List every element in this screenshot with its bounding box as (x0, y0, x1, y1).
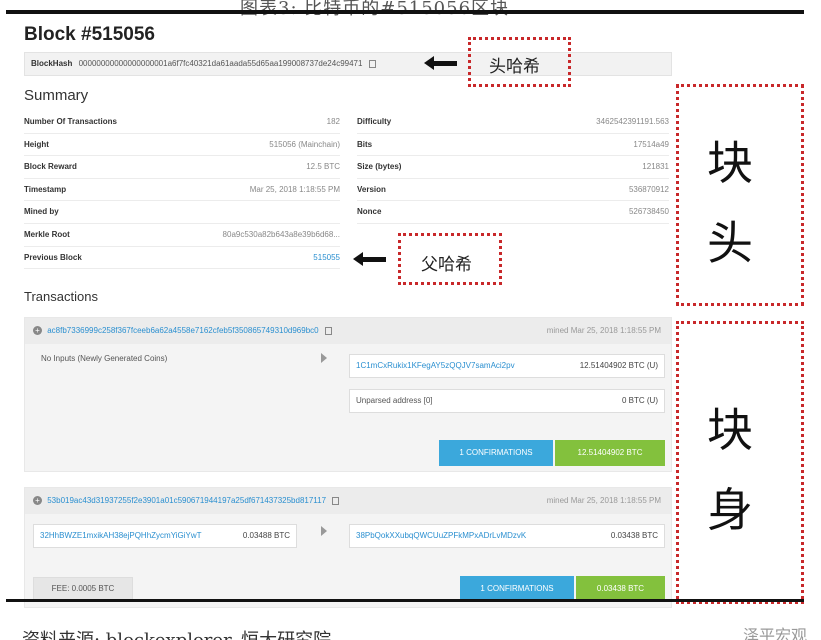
transaction-hash-link[interactable]: 53b019ac43d31937255f2e3901a01c5906719441… (47, 496, 326, 505)
summary-key: Mined by (24, 207, 59, 217)
copy-icon[interactable] (332, 496, 340, 505)
summary-value: 3462542391191.563 (596, 117, 669, 126)
page: 图表3: 比特币的#515056区块 Block #515056 BlockHa… (0, 0, 821, 640)
output-row: 1C1mCxRukix1KFegAY5zQQJV7samAci2pv 12.51… (349, 354, 665, 378)
summary-value: 515056 (Mainchain) (269, 139, 340, 149)
summary-key: Nonce (357, 207, 382, 217)
output-amount: 12.51404902 BTC (U) (579, 361, 658, 370)
summary-row: Number Of Transactions 182 (24, 111, 340, 134)
summary-value: 526738450 (628, 207, 669, 217)
expand-icon[interactable]: + (33, 496, 42, 506)
transactions-heading: Transactions (24, 289, 98, 304)
summary-row: Bits 17514a49 (357, 134, 669, 157)
source-footer: 资料来源: blockexplorer, 恒大研究院 (22, 626, 331, 640)
transaction-header: + 53b019ac43d31937255f2e3901a01c59067194… (25, 488, 671, 514)
block-body-annotation: 块 身 (676, 321, 804, 604)
output-row: Unparsed address [0] 0 BTC (U) (349, 389, 665, 413)
summary-row: Size (bytes) 121831 (357, 156, 669, 179)
fee-badge: FEE: 0.0005 BTC (33, 577, 133, 601)
summary-key: Block Reward (24, 162, 77, 172)
block-body-char-2: 身 (707, 483, 753, 537)
summary-key: Bits (357, 139, 373, 149)
block-header-annotation: 块 头 (676, 84, 804, 306)
summary-key: Difficulty (357, 117, 392, 126)
summary-row: Previous Block 515055 (24, 247, 340, 270)
summary-left-table: Number Of Transactions 182 Height 515056 (… (24, 111, 340, 270)
summary-value: 536870912 (628, 184, 669, 194)
input-row: 32HhBWZE1mxikAH38ejPQHhZycmYiGiYwT 0.034… (33, 524, 297, 548)
summary-key: Number Of Transactions (24, 117, 117, 126)
summary-row: Block Reward 12.5 BTC (24, 156, 340, 179)
arrow-left-icon (353, 252, 386, 266)
output-address-link[interactable]: 38PbQokXXubqQWCUuZPFkMPxADrLvMDzvK (356, 531, 526, 540)
summary-row: Timestamp Mar 25, 2018 1:18:55 PM (24, 179, 340, 202)
summary-row: Difficulty 3462542391191.563 (357, 111, 669, 134)
summary-value: Mar 25, 2018 1:18:55 PM (249, 184, 340, 194)
summary-value: 12.5 BTC (306, 162, 340, 172)
top-rule (6, 10, 804, 14)
summary-right-table: Difficulty 3462542391191.563 Bits 17514a49… (357, 111, 669, 224)
bottom-rule (6, 599, 804, 602)
coinbase-input: No Inputs (Newly Generated Coins) (41, 354, 168, 363)
previous-block-link[interactable]: 515055 (313, 247, 340, 269)
output-address-link[interactable]: 1C1mCxRukix1KFegAY5zQQJV7samAci2pv (356, 361, 515, 370)
summary-value: 17514a49 (633, 139, 669, 149)
confirmations-button[interactable]: 1 CONFIRMATIONS (439, 440, 553, 466)
mined-time: mined Mar 25, 2018 1:18:55 PM (546, 326, 661, 335)
output-address: Unparsed address [0] (356, 396, 433, 405)
arrow-left-icon (424, 56, 457, 70)
header-hash-annotation: 头哈希 (468, 37, 571, 87)
header-hash-label: 头哈希 (489, 57, 540, 77)
parent-hash-annotation: 父哈希 (398, 233, 502, 285)
block-hash-label: BlockHash (31, 59, 73, 68)
summary-value: 182 (326, 117, 340, 126)
arrow-right-icon (321, 526, 327, 536)
output-amount: 0.03438 BTC (610, 531, 658, 540)
copy-icon[interactable] (324, 326, 332, 335)
summary-key: Size (bytes) (357, 162, 402, 172)
summary-row: Nonce 526738450 (357, 201, 669, 224)
block-header-char-2: 头 (707, 216, 753, 270)
transaction-panel: + 53b019ac43d31937255f2e3901a01c59067194… (24, 487, 672, 608)
input-amount: 0.03488 BTC (242, 531, 290, 540)
summary-key: Height (24, 139, 49, 149)
summary-heading: Summary (24, 87, 89, 104)
output-amount: 0 BTC (U) (622, 396, 658, 405)
mined-time: mined Mar 25, 2018 1:18:55 PM (546, 496, 661, 505)
summary-row: Mined by (24, 201, 340, 224)
block-title: Block #515056 (24, 24, 155, 45)
expand-icon[interactable]: + (33, 326, 42, 336)
brand-watermark: 泽平宏观 (742, 628, 807, 640)
block-hash-value[interactable]: 00000000000000000001a6f7fc40321da61aada5… (79, 59, 363, 68)
merkle-root-value: 80a9c530a82b643a8e39b6d68... (222, 229, 340, 239)
summary-row: Merkle Root 80a9c530a82b643a8e39b6d68... (24, 224, 340, 247)
total-amount-button[interactable]: 12.51404902 BTC (555, 440, 665, 466)
summary-key: Timestamp (24, 184, 67, 194)
summary-row: Version 536870912 (357, 179, 669, 202)
block-body-char-1: 块 (707, 403, 753, 457)
output-row: 38PbQokXXubqQWCUuZPFkMPxADrLvMDzvK 0.034… (349, 524, 665, 548)
block-header-char-1: 块 (707, 136, 753, 190)
summary-row: Height 515056 (Mainchain) (24, 134, 340, 157)
summary-value: 121831 (642, 162, 669, 172)
transaction-panel: + ac8fb7336999c258f367fceeb6a62a4558e716… (24, 317, 672, 472)
transaction-hash-link[interactable]: ac8fb7336999c258f367fceeb6a62a4558e7162c… (47, 326, 318, 335)
summary-key: Previous Block (24, 252, 82, 262)
block-hash-bar: BlockHash 00000000000000000001a6f7fc4032… (24, 52, 672, 76)
input-address-link[interactable]: 32HhBWZE1mxikAH38ejPQHhZycmYiGiYwT (40, 531, 202, 540)
transaction-header: + ac8fb7336999c258f367fceeb6a62a4558e716… (25, 318, 671, 344)
summary-key: Merkle Root (24, 229, 70, 239)
summary-key: Version (357, 184, 386, 194)
parent-hash-label: 父哈希 (421, 255, 472, 275)
arrow-right-icon (321, 353, 327, 363)
copy-icon[interactable] (368, 59, 376, 68)
